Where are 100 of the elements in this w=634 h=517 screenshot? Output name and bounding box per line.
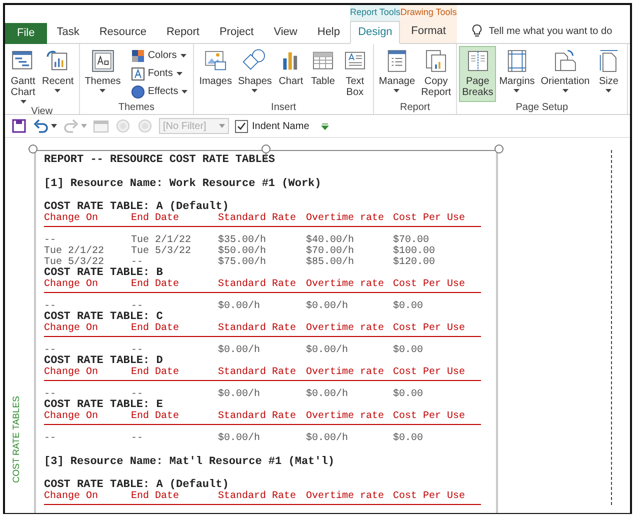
side-label: COST RATE TABLES: [11, 396, 21, 483]
undo-icon: [33, 118, 49, 134]
ribbon-button[interactable]: Margins: [496, 46, 538, 102]
orientation-icon: [552, 48, 578, 74]
ribbon-button[interactable]: Recent: [39, 46, 77, 106]
checkbox[interactable]: [235, 120, 248, 132]
toolbar-button[interactable]: [33, 118, 57, 134]
table-title: COST RATE TABLE: A (Default): [44, 202, 229, 213]
toolbar-button[interactable]: [11, 118, 27, 134]
ribbon-tab[interactable]: Format: [400, 21, 457, 43]
tell-me-search-field[interactable]: Tell me what you want to do: [488, 26, 630, 36]
column-header: Overtime rate: [306, 213, 386, 224]
column-header: Overtime rate: [306, 323, 386, 334]
table-cell-text: --: [131, 301, 144, 312]
resource-heading: [1] Resource Name: Work Resource #1 (Work): [44, 178, 322, 190]
caret-icon: [181, 89, 188, 94]
column-header: Overtime rate: [306, 411, 386, 422]
ribbon-button[interactable]: Manage: [376, 46, 418, 102]
table-cell-text: $70.00/h: [306, 246, 356, 257]
caret-icon: [180, 53, 187, 58]
ribbon-button[interactable]: Gantt Chart: [7, 46, 39, 106]
table-cell-text: Tue 2/1/22: [131, 235, 192, 246]
ribbon-button[interactable]: Page Breaks: [459, 46, 496, 102]
column-header: Standard Rate: [218, 367, 298, 378]
caret-icon: [54, 88, 62, 93]
table-cell-text: $100.00: [393, 246, 436, 257]
column-header: Change On: [44, 213, 100, 224]
ribbon-button[interactable]: Effects: [128, 83, 192, 100]
group-label: View: [31, 106, 53, 117]
ribbon-button[interactable]: Themes: [82, 46, 124, 102]
ribbon-tab[interactable]: Design: [350, 21, 400, 44]
table-cell-text: $0.00/h: [306, 301, 350, 312]
column-header: End Date: [131, 411, 180, 422]
column-header: Overtime rate: [306, 491, 386, 502]
table-cell-text: $0.00: [393, 301, 424, 312]
column-header: Cost Per Use: [393, 323, 466, 334]
column-header: Standard Rate: [218, 411, 298, 422]
ribbon-tab[interactable]: Resource: [89, 22, 156, 43]
table-cell-text: $0.00/h: [306, 389, 350, 400]
ribbon-tab[interactable]: Task: [46, 22, 90, 43]
table-cell-text: --: [44, 345, 56, 356]
ribbon-tab[interactable]: Help: [307, 22, 350, 43]
column-header: End Date: [131, 323, 180, 334]
ribbon-button[interactable]: Orientation: [538, 46, 593, 102]
caret-icon: [176, 71, 183, 76]
circle-icon: [137, 118, 153, 134]
caret-icon: [99, 88, 106, 93]
table-cell-text: $0.00/h: [306, 345, 350, 356]
table-cell-text: $0.00/h: [218, 389, 262, 400]
ribbon-button[interactable]: Chart: [274, 46, 307, 102]
group-label: Page Setup: [516, 102, 568, 113]
table-cell-text: $0.00: [393, 389, 424, 400]
table-cell-text: $0.00/h: [218, 345, 262, 356]
table-cell-text: --: [131, 389, 144, 400]
column-header: Change On: [44, 491, 100, 502]
column-header: Change On: [44, 367, 100, 378]
ribbon-tab[interactable]: Project: [209, 22, 264, 43]
contextual-tab-label: Drawing Tools: [400, 6, 457, 19]
selection-handle-icon[interactable]: [494, 144, 504, 154]
column-header: End Date: [131, 279, 180, 290]
column-header: Cost Per Use: [393, 367, 466, 378]
resource-heading: [3] Resource Name: Mat'l Resource #1 (Mat'l): [44, 456, 336, 468]
caret-icon: [605, 88, 612, 93]
table-cell-text: $75.00/h: [218, 257, 268, 268]
column-header: Cost Per Use: [393, 491, 466, 502]
selection-handle-icon[interactable]: [28, 144, 38, 154]
group-label: Insert: [271, 102, 296, 113]
report-title: REPORT -- RESOURCE COST RATE TABLES: [44, 154, 276, 166]
ribbon-tab[interactable]: View: [264, 22, 308, 43]
column-header: Overtime rate: [306, 279, 386, 290]
save-icon: [11, 118, 27, 134]
ribbon-button[interactable]: Copy Report: [418, 46, 454, 102]
ribbon-button[interactable]: Text Box: [338, 46, 371, 102]
table-cell-text: $0.00/h: [218, 433, 262, 444]
caret-icon: [219, 124, 225, 128]
checkbox-label: Indent Name: [252, 120, 310, 132]
column-header: Standard Rate: [218, 491, 298, 502]
ribbon-button[interactable]: Colors: [128, 47, 192, 64]
column-header: End Date: [131, 213, 180, 224]
caret-icon: [20, 99, 26, 104]
report-text-box[interactable]: [34, 150, 498, 513]
ribbon-button[interactable]: Images: [196, 46, 235, 102]
ribbon-button[interactable]: Fonts: [128, 65, 192, 82]
column-header: End Date: [131, 367, 180, 378]
ribbon-button[interactable]: Shapes: [235, 46, 275, 102]
table-cell-text: $35.00/h: [218, 235, 268, 246]
column-header: Change On: [44, 279, 100, 290]
table-cell-text: --: [44, 235, 58, 246]
customize-caret-icon[interactable]: [321, 122, 330, 130]
column-header: Cost Per Use: [393, 279, 466, 290]
circle-icon: [115, 118, 131, 134]
redo-icon: [63, 118, 79, 134]
ribbon-button[interactable]: Size: [592, 46, 625, 102]
lightbulb-icon: [470, 24, 483, 38]
caret-icon: [81, 124, 87, 128]
table-cell-text: Tue 2/1/22: [44, 246, 106, 257]
table-title: COST RATE TABLE: C: [44, 312, 164, 323]
ribbon-button[interactable]: Table: [306, 46, 339, 102]
file-tab[interactable]: File: [5, 23, 47, 44]
ribbon-tab[interactable]: Report: [156, 22, 210, 43]
